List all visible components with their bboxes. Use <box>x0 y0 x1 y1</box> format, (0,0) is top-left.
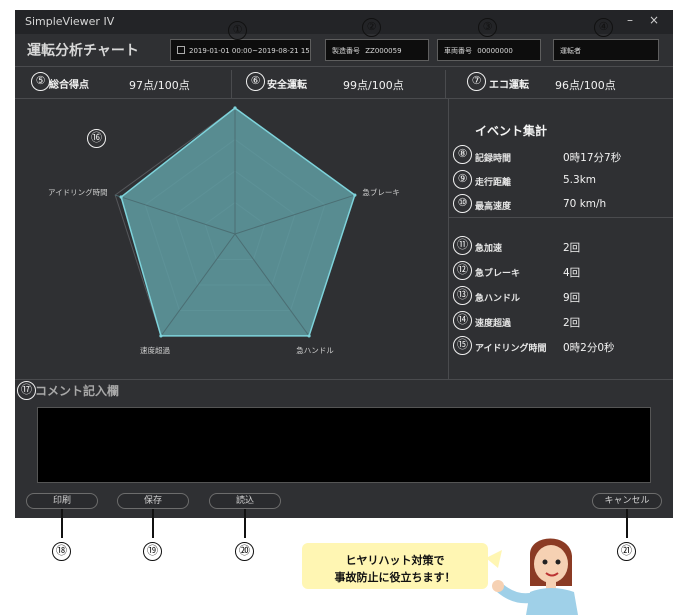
sudden-braking-value: 4回 <box>563 267 581 279</box>
callout-20: ⑳ <box>235 542 254 561</box>
callout-4: ④ <box>594 18 613 37</box>
divider <box>231 70 232 98</box>
vehicle-number-label: 車両番号 <box>444 47 472 55</box>
sudden-acceleration-label: 急加速 <box>475 244 503 254</box>
eco-driving-value: 96点/100点 <box>555 79 616 92</box>
app-window: SimpleViewer IV – × 運転分析チャート 2019-01-01 … <box>15 10 673 518</box>
callout-15: ⑮ <box>453 336 472 355</box>
bubble-line-1: ヒヤリハット対策で <box>345 554 445 567</box>
divider <box>15 379 673 380</box>
callout-6: ⑥ <box>246 72 265 91</box>
eco-driving-label: エコ運転 <box>489 80 529 91</box>
divider <box>449 217 673 218</box>
serial-number-field[interactable]: 製造番号 ZZ000059 <box>325 39 429 61</box>
calendar-icon <box>177 46 185 54</box>
load-button[interactable]: 読込 <box>209 493 281 509</box>
callout-16: ⑯ <box>87 129 106 148</box>
callout-12: ⑫ <box>453 261 472 280</box>
callout-7: ⑦ <box>467 72 486 91</box>
comment-input[interactable] <box>37 407 651 483</box>
mascot-illustration <box>486 538 578 615</box>
bubble-line-2: 事故防止に役立ちます！ <box>334 571 456 584</box>
sudden-steering-value: 9回 <box>563 292 581 304</box>
vehicle-number-value: 00000000 <box>477 47 513 55</box>
callout-1: ① <box>228 21 247 40</box>
serial-number-label: 製造番号 <box>332 47 360 55</box>
minimize-button[interactable]: – <box>623 13 637 27</box>
page-title: 運転分析チャート <box>27 43 139 59</box>
callout-line <box>61 509 63 538</box>
callout-19: ⑲ <box>143 542 162 561</box>
distance-value: 5.3km <box>563 174 597 186</box>
sudden-acceleration-value: 2回 <box>563 242 581 254</box>
radar-point <box>159 334 163 338</box>
total-score-value: 97点/100点 <box>129 79 190 92</box>
max-speed-label: 最高速度 <box>475 202 512 212</box>
serial-number-value: ZZ000059 <box>365 47 402 55</box>
driver-field[interactable]: 運転者 <box>553 39 659 61</box>
sudden-braking-label: 急ブレーキ <box>475 269 521 279</box>
callout-2: ② <box>362 18 381 37</box>
save-button[interactable]: 保存 <box>117 493 189 509</box>
callout-10: ⑩ <box>453 194 472 213</box>
date-range-field[interactable]: 2019-01-01 00:00~2019-08-21 15:23 <box>170 39 311 61</box>
print-button[interactable]: 印刷 <box>26 493 98 509</box>
speeding-value: 2回 <box>563 317 581 329</box>
app-title: SimpleViewer IV <box>25 15 115 28</box>
driver-label: 運転者 <box>560 47 581 55</box>
safe-driving-label: 安全運転 <box>267 80 307 91</box>
total-score-label: 総合得点 <box>49 80 89 91</box>
radar-point <box>307 334 311 338</box>
idling-time-value: 0時2分0秒 <box>563 342 615 354</box>
callout-18: ⑱ <box>52 542 71 561</box>
radar-series <box>120 107 356 337</box>
divider <box>15 66 673 67</box>
cancel-button[interactable]: キャンセル <box>592 493 662 509</box>
divider <box>445 70 446 98</box>
radar-axis-label: 速度超過 <box>140 345 170 355</box>
vehicle-number-field[interactable]: 車両番号 00000000 <box>437 39 541 61</box>
callout-13: ⑬ <box>453 286 472 305</box>
date-range-value: 2019-01-01 00:00~2019-08-21 15:23 <box>189 47 311 55</box>
speech-bubble: ヒヤリハット対策で 事故防止に役立ちます！ <box>302 543 488 589</box>
radar-chart: 急加速急ブレーキ急ハンドル速度超過アイドリング時間 <box>48 106 400 355</box>
callout-line <box>152 509 154 538</box>
callout-14: ⑭ <box>453 311 472 330</box>
title-bar: SimpleViewer IV – × <box>15 10 673 34</box>
callout-8: ⑧ <box>453 145 472 164</box>
radar-point <box>353 193 357 197</box>
idling-time-label: アイドリング時間 <box>475 344 547 354</box>
speeding-label: 速度超過 <box>475 319 512 329</box>
radar-axis-label: 急ハンドル <box>296 345 334 355</box>
sudden-steering-label: 急ハンドル <box>475 294 521 304</box>
callout-line <box>244 509 246 538</box>
divider <box>448 99 449 379</box>
radar-axis-label: アイドリング時間 <box>48 187 108 197</box>
callout-3: ③ <box>478 18 497 37</box>
radar-point <box>233 106 237 110</box>
callout-5: ⑤ <box>31 72 50 91</box>
recording-time-value: 0時17分7秒 <box>563 152 622 164</box>
distance-label: 走行距離 <box>475 178 512 188</box>
safe-driving-value: 99点/100点 <box>343 79 404 92</box>
recording-time-label: 記録時間 <box>475 154 512 164</box>
max-speed-value: 70 km/h <box>563 198 607 210</box>
callout-11: ⑪ <box>453 236 472 255</box>
callout-17: ⑰ <box>17 381 36 400</box>
event-summary-title: イベント集計 <box>475 124 548 138</box>
radar-axis-label: 急ブレーキ <box>362 187 400 197</box>
callout-9: ⑨ <box>453 170 472 189</box>
close-button[interactable]: × <box>647 13 661 27</box>
comment-title: コメント記入欄 <box>35 384 120 398</box>
radar-point <box>119 195 123 199</box>
